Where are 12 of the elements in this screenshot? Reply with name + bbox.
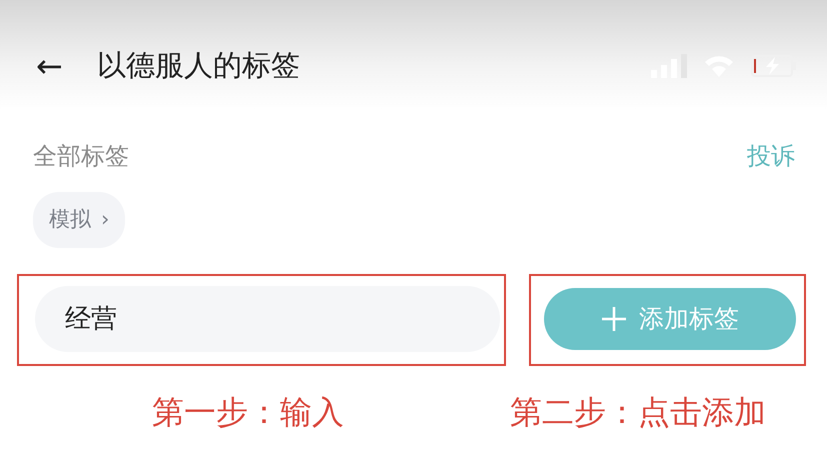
signal-icon (651, 54, 687, 78)
tag-chip[interactable]: 模拟 › (33, 192, 126, 248)
annotation-text: 第二步：点击添加 (510, 392, 766, 432)
page-title: 以德服人的标签 (96, 47, 300, 84)
back-button[interactable]: ← (36, 50, 63, 82)
chevron-icon: › (101, 204, 110, 236)
section-label: 全部标签 (33, 141, 129, 172)
plus-icon (601, 306, 627, 332)
tag-input[interactable]: 经营 (35, 286, 500, 352)
add-tag-button[interactable]: 添加标签 (544, 288, 796, 350)
annotation-text: 第一步：输入 (152, 392, 344, 432)
complain-link[interactable]: 投诉 (747, 138, 795, 174)
